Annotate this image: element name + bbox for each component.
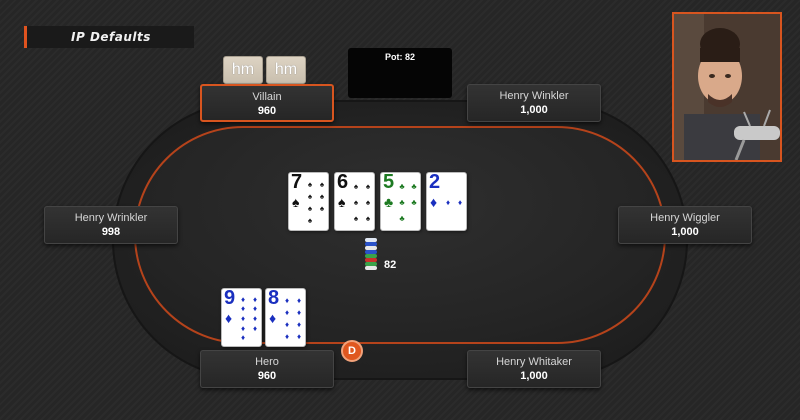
card-pip: ♦ [240, 294, 246, 304]
hero-card-1: 9 ♦ ♦ ♦ ♦ ♦ ♦ ♦ ♦ ♦ ♦ [221, 287, 262, 347]
seat-villain[interactable]: Villain 960 [200, 84, 334, 122]
streamer-webcam [672, 12, 782, 162]
spade-icon: ♠ [292, 194, 300, 210]
seat-hero[interactable]: Hero 960 [200, 350, 334, 388]
streamer-webcam-image [674, 14, 780, 160]
card-pip: ♠ [365, 182, 371, 191]
card-pip: ♠ [307, 204, 313, 213]
diamond-icon: ♦ [225, 310, 233, 326]
seat-stack: 960 [257, 370, 277, 382]
villain-card-2: hm [266, 56, 306, 84]
scenario-title-banner: IP Defaults [24, 26, 194, 48]
villain-card-1-label: hm [231, 61, 255, 78]
villain-card-2-label: hm [274, 61, 298, 78]
scenario-title: IP Defaults [71, 30, 151, 44]
villain-card-1: hm [223, 56, 263, 84]
pot-amount: 82 [384, 259, 397, 271]
card-pip: ♦ [240, 333, 246, 343]
seat-name: Hero [255, 356, 279, 368]
card-pip: ♠ [353, 182, 359, 191]
seat-stack: 1,000 [671, 226, 699, 238]
card-rank: 8 [268, 287, 280, 309]
poker-table-felt [134, 126, 666, 344]
card-pip: ♦ [296, 308, 302, 317]
card-rank: 6 [337, 171, 349, 193]
card-pip: ♦ [252, 323, 258, 333]
pot-label: Pot: 82 [384, 52, 415, 62]
diamond-icon: ♦ [269, 310, 277, 326]
seat-name: Henry Winkler [499, 90, 569, 102]
card-pip: ♣ [411, 182, 417, 191]
card-pip: ♦ [284, 308, 290, 317]
card-pip: ♦ [296, 296, 302, 305]
card-pips: ♠ ♠ ♠ ♠ ♠ ♠ ♠ [305, 179, 327, 227]
card-pips: ♣ ♣ ♣ ♣ ♣ [397, 179, 419, 227]
card-pip: ♦ [284, 296, 290, 305]
card-pip: ♠ [307, 192, 313, 201]
card-pip: ♠ [307, 180, 313, 189]
card-pip: ♠ [307, 216, 313, 225]
card-rank: 2 [429, 171, 441, 193]
seat-stack: 960 [257, 105, 277, 117]
seat-name: Henry Wrinkler [74, 212, 148, 224]
card-pip: ♣ [411, 198, 417, 207]
hero-card-2: 8 ♦ ♦ ♦ ♦ ♦ ♦ ♦ ♦ ♦ [265, 287, 306, 347]
card-rank: 9 [224, 287, 236, 309]
card-pip: ♦ [445, 198, 451, 207]
board-card-4: 2 ♦ ♦ ♦ [426, 171, 467, 231]
card-pip: ♦ [240, 313, 246, 323]
club-icon: ♣ [384, 194, 394, 210]
card-pip: ♠ [365, 198, 371, 207]
card-pip: ♦ [240, 304, 246, 314]
diamond-icon: ♦ [430, 194, 438, 210]
card-pip: ♠ [365, 214, 371, 223]
dealer-label: D [348, 345, 356, 357]
card-pip: ♦ [284, 320, 290, 329]
card-pip: ♦ [296, 332, 302, 341]
card-pip: ♣ [399, 214, 405, 223]
card-pip: ♠ [319, 192, 325, 201]
seat-name: Villain [252, 91, 282, 103]
dealer-button: D [341, 340, 363, 362]
seat-henry-wrinkler[interactable]: Henry Wrinkler 998 [44, 206, 178, 244]
card-pip: ♦ [296, 320, 302, 329]
seat-henry-whitaker[interactable]: Henry Whitaker 1,000 [467, 350, 601, 388]
board-card-1: 7 ♠ ♠ ♠ ♠ ♠ ♠ ♠ ♠ [288, 171, 329, 231]
card-pip: ♣ [399, 182, 405, 191]
card-pip: ♠ [353, 214, 359, 223]
pot-chip-stack-icon [365, 238, 377, 270]
card-rank: 7 [291, 171, 303, 193]
card-pip: ♦ [457, 198, 463, 207]
board-card-2: 6 ♠ ♠ ♠ ♠ ♠ ♠ ♠ [334, 171, 375, 231]
spade-icon: ♠ [338, 194, 346, 210]
seat-stack: 998 [101, 226, 121, 238]
card-pips: ♦ ♦ [443, 179, 465, 227]
card-pip: ♦ [252, 304, 258, 314]
card-rank: 5 [383, 171, 395, 193]
seat-henry-wiggler[interactable]: Henry Wiggler 1,000 [618, 206, 752, 244]
card-pips: ♦ ♦ ♦ ♦ ♦ ♦ ♦ ♦ [282, 295, 304, 343]
card-pips: ♠ ♠ ♠ ♠ ♠ ♠ [351, 179, 373, 227]
card-pip: ♦ [252, 313, 258, 323]
seat-stack: 1,000 [520, 370, 548, 382]
seat-name: Henry Wiggler [650, 212, 720, 224]
seat-henry-winkler[interactable]: Henry Winkler 1,000 [467, 84, 601, 122]
card-pip: ♣ [399, 198, 405, 207]
seat-stack: 1,000 [520, 104, 548, 116]
card-pip: ♠ [319, 204, 325, 213]
card-pip: ♦ [252, 294, 258, 304]
card-pip: ♠ [353, 198, 359, 207]
card-pip: ♦ [240, 323, 246, 333]
board-card-3: 5 ♣ ♣ ♣ ♣ ♣ ♣ [380, 171, 421, 231]
card-pip: ♦ [284, 332, 290, 341]
card-pips: ♦ ♦ ♦ ♦ ♦ ♦ ♦ ♦ ♦ [238, 295, 260, 343]
seat-name: Henry Whitaker [496, 356, 572, 368]
pot-display: Pot: 82 [348, 48, 452, 98]
card-pip: ♠ [319, 180, 325, 189]
